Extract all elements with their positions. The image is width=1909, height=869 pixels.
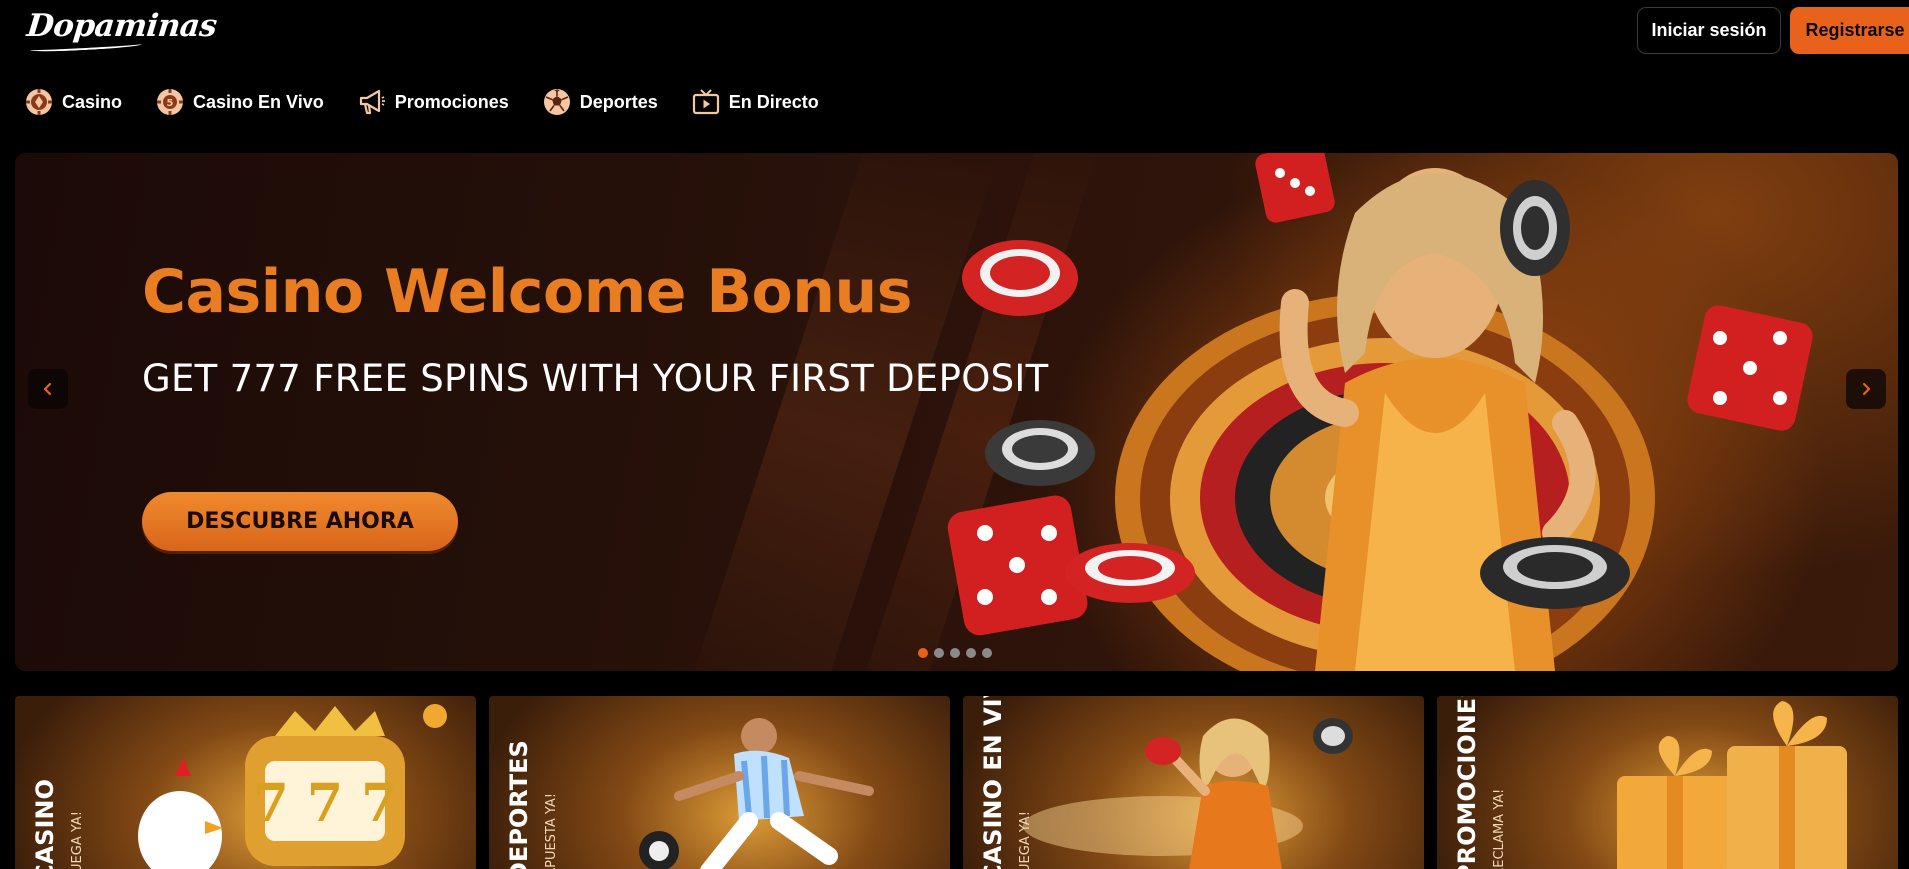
card-promociones[interactable]: PROMOCIONES ¡RECLAMA YA!: [1437, 696, 1898, 869]
carousel-prev-button[interactable]: [28, 369, 68, 409]
card-label: PROMOCIONES: [1453, 696, 1481, 869]
casino-chip-icon: [24, 87, 54, 117]
carousel-pagination: [918, 648, 998, 658]
svg-text:7 7 7: 7 7 7: [253, 773, 398, 834]
card-sublabel: ¡JUEGA YA!: [1018, 811, 1033, 869]
card-casino[interactable]: 7 7 7 CASINO ¡JUEGA YA!: [15, 696, 476, 869]
logo[interactable]: Dopaminas: [25, 8, 218, 44]
hero-subtitle: GET 777 FREE SPINS WITH YOUR FIRST DEPOS…: [142, 357, 1049, 400]
card-sublabel: ¡APUESTA YA!: [544, 793, 559, 869]
carousel-dot[interactable]: [966, 648, 976, 658]
chevron-right-icon: [1862, 382, 1871, 396]
live-casino-chip-icon: 5: [155, 87, 185, 117]
hero-title: Casino Welcome Bonus: [142, 257, 912, 327]
carousel-dot[interactable]: [950, 648, 960, 658]
poker-chip-icon: [962, 240, 1078, 316]
soccer-ball-icon: [542, 87, 572, 117]
nav-item-en-directo[interactable]: En Directo: [691, 87, 819, 117]
login-button[interactable]: Iniciar sesión: [1637, 7, 1781, 54]
megaphone-icon: [357, 87, 387, 117]
category-cards: 7 7 7 CASINO ¡JUEGA YA! DEPORTES ¡APUEST…: [15, 696, 1898, 869]
tv-play-icon: [691, 87, 721, 117]
nav-item-casino-en-vivo[interactable]: 5 Casino En Vivo: [155, 87, 324, 117]
dice-icon: [1687, 305, 1813, 431]
card-deportes[interactable]: DEPORTES ¡APUESTA YA!: [489, 696, 950, 869]
card-label: CASINO EN VIVO: [979, 696, 1007, 869]
nav-label-promociones: Promociones: [394, 91, 509, 112]
poker-chip-icon: [1480, 537, 1630, 609]
chevron-left-icon: [43, 382, 52, 396]
hero-illustration: [947, 153, 1813, 671]
card-label: CASINO: [31, 779, 59, 869]
nav-label-en-directo: En Directo: [728, 91, 819, 112]
carousel-dot[interactable]: [918, 648, 928, 658]
live-dealer-icon: [1023, 718, 1353, 869]
card-casino-en-vivo[interactable]: CASINO EN VIVO ¡JUEGA YA!: [963, 696, 1424, 869]
hero-banner[interactable]: Casino Welcome Bonus GET 777 FREE SPINS …: [15, 153, 1898, 671]
carousel-dot[interactable]: [982, 648, 992, 658]
slot-machine-icon: 7 7 7: [138, 704, 447, 869]
nav-label-casino-en-vivo: Casino En Vivo: [193, 91, 324, 112]
card-sublabel: ¡RECLAMA YA!: [1492, 788, 1507, 869]
card-sublabel: ¡JUEGA YA!: [70, 811, 85, 869]
poker-chip-icon: [1065, 543, 1195, 603]
nav-label-deportes: Deportes: [579, 91, 658, 112]
register-button[interactable]: Registrarse: [1790, 7, 1909, 54]
card-label: DEPORTES: [505, 740, 533, 869]
poker-chip-icon: [985, 420, 1095, 486]
carousel-dot[interactable]: [934, 648, 944, 658]
main-nav: Casino 5 Casino En Vivo Promociones Depo…: [24, 86, 852, 118]
dice-icon: [1255, 153, 1335, 223]
nav-item-casino[interactable]: Casino: [24, 87, 122, 117]
nav-item-deportes[interactable]: Deportes: [542, 87, 658, 117]
svg-text:5: 5: [167, 98, 174, 109]
carousel-next-button[interactable]: [1846, 369, 1886, 409]
poker-chip-icon: [1500, 180, 1570, 276]
header: Dopaminas Iniciar sesión Registrarse: [0, 0, 1909, 62]
gift-boxes-icon: [1617, 701, 1847, 869]
discover-now-button[interactable]: DESCUBRE AHORA: [142, 492, 458, 551]
soccer-player-icon: [639, 718, 874, 869]
nav-item-promociones[interactable]: Promociones: [357, 87, 509, 117]
nav-label-casino: Casino: [62, 91, 123, 112]
